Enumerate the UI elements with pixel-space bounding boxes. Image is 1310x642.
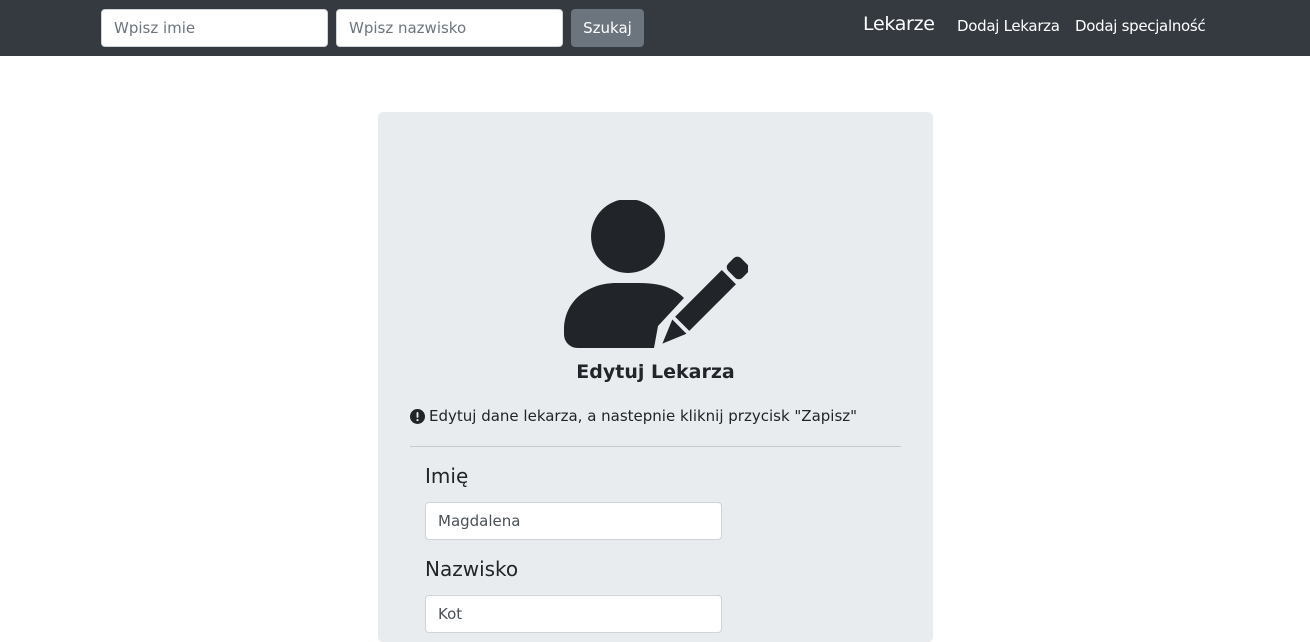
- nav-add-specialty-link[interactable]: Dodaj specjalność: [1075, 17, 1206, 35]
- edit-doctor-card: Edytuj Lekarza Edytuj dane lekarza, a na…: [378, 112, 933, 642]
- top-navbar: Szukaj Lekarze Dodaj Lekarza Dodaj specj…: [0, 0, 1310, 56]
- card-title: Edytuj Lekarza: [576, 361, 735, 383]
- search-last-name-input[interactable]: [336, 9, 563, 47]
- brand-link[interactable]: Lekarze: [863, 13, 935, 35]
- first-name-label: Imię: [425, 464, 469, 488]
- user-edit-icon: [564, 199, 750, 348]
- divider: [410, 446, 901, 447]
- exclamation-circle-icon: [410, 408, 425, 424]
- last-name-label: Nazwisko: [425, 557, 519, 581]
- last-name-input[interactable]: [425, 595, 722, 633]
- first-name-input[interactable]: [425, 502, 722, 540]
- search-button[interactable]: Szukaj: [571, 9, 644, 47]
- search-first-name-input[interactable]: [101, 9, 328, 47]
- info-text: Edytuj dane lekarza, a nastepnie kliknij…: [429, 407, 858, 425]
- nav-add-doctor-link[interactable]: Dodaj Lekarza: [957, 17, 1060, 35]
- info-message: Edytuj dane lekarza, a nastepnie kliknij…: [410, 407, 857, 425]
